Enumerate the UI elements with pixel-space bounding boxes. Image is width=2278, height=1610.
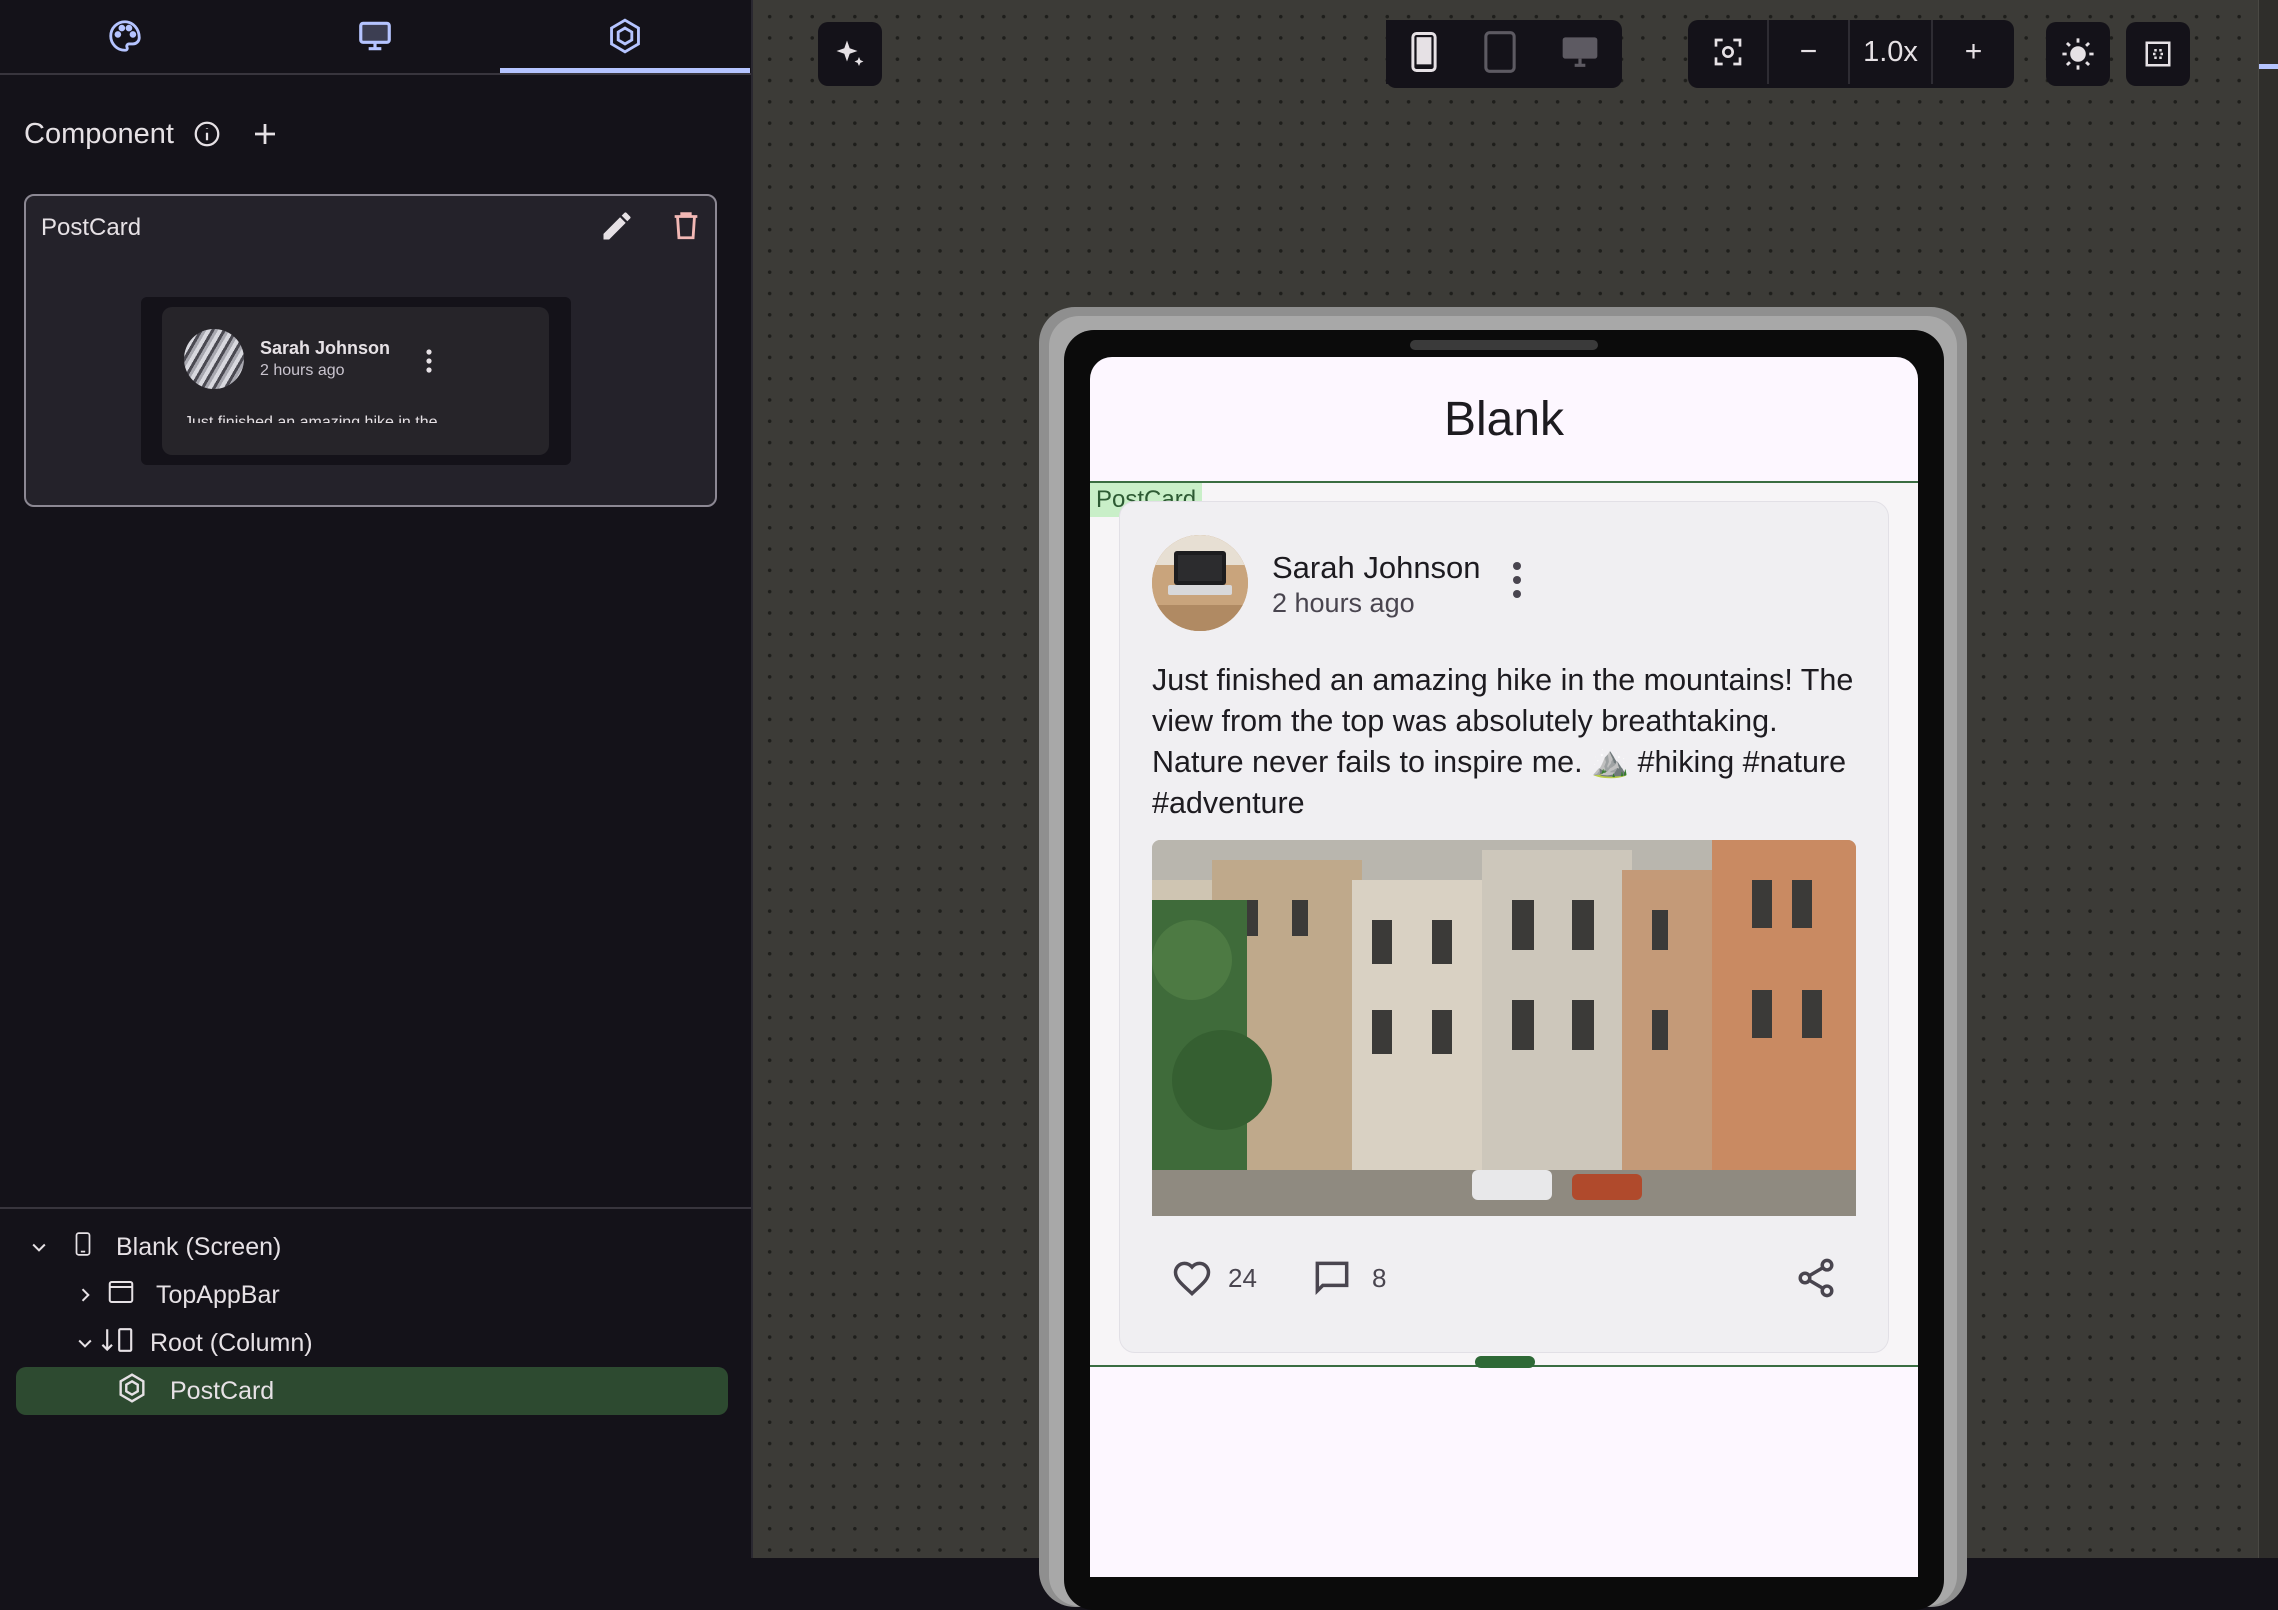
tab-components[interactable] <box>500 0 750 73</box>
delete-component-button[interactable] <box>669 208 705 244</box>
component-title: Component <box>24 117 174 150</box>
share-button[interactable] <box>1794 1256 1838 1300</box>
chevron-right-icon[interactable] <box>74 1284 96 1306</box>
app-bar-title: Blank <box>1443 392 1565 446</box>
component-icon <box>116 1372 148 1411</box>
heart-icon <box>1173 1261 1211 1296</box>
comment-button[interactable]: 8 <box>1310 1256 1386 1300</box>
phone-icon <box>70 1229 96 1266</box>
edit-component-button[interactable] <box>599 208 635 244</box>
device-tablet-button[interactable] <box>1462 20 1538 84</box>
preview-body: Just finished an amazing hike in the <box>184 414 438 423</box>
ai-assist-button[interactable] <box>818 22 882 86</box>
tree-item-postcard[interactable]: PostCard <box>16 1367 728 1415</box>
bounds-icon <box>2145 41 2171 67</box>
pencil-icon <box>603 212 631 240</box>
zoom-in-button[interactable]: + <box>1933 20 2014 84</box>
theme-toggle-button[interactable] <box>2046 22 2110 86</box>
device-speaker <box>1410 340 1598 350</box>
more-options-button[interactable] <box>1510 560 1524 605</box>
right-rail <box>2258 0 2278 1558</box>
tab-theme[interactable] <box>0 0 250 71</box>
sparkle-icon <box>836 40 864 66</box>
tab-screens[interactable] <box>250 0 500 71</box>
phone-icon <box>1411 31 1437 73</box>
device-switcher <box>1386 20 1622 88</box>
comment-count: 8 <box>1372 1262 1387 1293</box>
preview-post-card: Sarah Johnson 2 hours ago Just finished … <box>162 307 549 455</box>
plus-icon <box>254 124 275 144</box>
tree-label: Blank (Screen) <box>116 1232 282 1261</box>
component-preview: Sarah Johnson 2 hours ago Just finished … <box>141 297 571 465</box>
comment-icon <box>1315 1261 1349 1296</box>
like-count: 24 <box>1228 1262 1257 1293</box>
info-icon <box>194 121 220 147</box>
sun-icon <box>2062 38 2094 70</box>
trash-icon <box>674 212 698 240</box>
fit-screen-button[interactable] <box>1688 20 1770 84</box>
component-icon <box>610 18 640 53</box>
more-vert-icon <box>419 347 439 380</box>
layer-tree: Blank (Screen) TopAppBar Root (Column) P… <box>0 1207 751 1415</box>
tree-label: PostCard <box>170 1376 275 1405</box>
post-image <box>1152 840 1856 1216</box>
resize-handle-bottom[interactable] <box>1475 1356 1535 1368</box>
post-time: 2 hours ago <box>1272 588 1415 618</box>
component-header: Component <box>24 114 280 154</box>
device-screen: Blank PostCard Sarah Johnson 2 hours ago… <box>1090 357 1918 1577</box>
desktop-icon <box>1562 37 1598 67</box>
preview-author: Sarah Johnson <box>260 338 391 358</box>
more-vert-icon <box>1513 562 1521 598</box>
column-icon <box>100 1325 136 1362</box>
chevron-down-icon[interactable] <box>74 1332 96 1354</box>
monitor-icon <box>359 21 391 50</box>
focus-icon <box>1714 38 1741 66</box>
post-card[interactable]: Sarah Johnson 2 hours ago Just finished … <box>1119 501 1889 1353</box>
component-card-name: PostCard <box>41 214 142 241</box>
post-body: Just finished an amazing hike in the mou… <box>1152 663 1854 820</box>
device-desktop-button[interactable] <box>1538 20 1622 84</box>
add-component-button[interactable] <box>250 119 280 149</box>
tree-item-blank-screen[interactable]: Blank (Screen) <box>28 1223 281 1271</box>
preview-time: 2 hours ago <box>260 362 345 379</box>
window-icon <box>106 1277 136 1314</box>
info-button[interactable] <box>192 119 222 149</box>
post-author: Sarah Johnson <box>1272 550 1481 585</box>
chevron-down-icon[interactable] <box>28 1236 50 1258</box>
layout-bounds-button[interactable] <box>2126 22 2190 86</box>
author-avatar <box>1152 535 1248 631</box>
preview-avatar <box>184 329 244 389</box>
zoom-controls: − 1.0x + <box>1688 20 2014 88</box>
post-actions: 24 8 <box>1152 1250 1856 1310</box>
device-phone-button[interactable] <box>1386 20 1462 84</box>
panel-tabs <box>0 0 751 75</box>
top-app-bar[interactable]: Blank <box>1090 357 1918 481</box>
rail-indicator <box>2259 64 2278 69</box>
tablet-icon <box>1484 31 1516 73</box>
like-button[interactable]: 24 <box>1170 1256 1257 1300</box>
share-icon <box>1798 1258 1834 1298</box>
zoom-level[interactable]: 1.0x <box>1850 20 1934 84</box>
tree-label: Root (Column) <box>150 1328 313 1357</box>
tree-item-root-column[interactable]: Root (Column) <box>74 1319 313 1367</box>
tree-item-topappbar[interactable]: TopAppBar <box>74 1271 280 1319</box>
palette-icon <box>109 19 141 52</box>
root-column[interactable]: PostCard Sarah Johnson 2 hours ago Just … <box>1090 481 1918 1367</box>
tree-label: TopAppBar <box>156 1280 280 1309</box>
zoom-out-button[interactable]: − <box>1769 20 1851 84</box>
component-card[interactable]: PostCard Sarah Johnson 2 hours ago Just … <box>24 194 717 507</box>
left-panel: Component PostCard Sarah Johnson 2 hours… <box>0 0 753 1558</box>
